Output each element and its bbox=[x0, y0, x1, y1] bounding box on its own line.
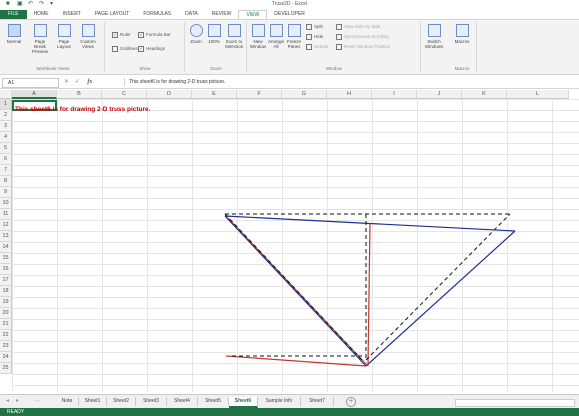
group-window: New Window Arrange All Freeze Panes Spli… bbox=[248, 22, 421, 72]
zoom-button[interactable]: Zoom bbox=[188, 24, 204, 44]
split-icon bbox=[306, 24, 312, 30]
group-label: Show bbox=[139, 66, 151, 71]
group-label: Zoom bbox=[210, 66, 222, 71]
zoom-100-button[interactable]: 100% bbox=[206, 24, 222, 44]
horizontal-scrollbar[interactable] bbox=[455, 399, 575, 407]
split-button[interactable]: Split bbox=[306, 24, 323, 30]
ruler-checkbox[interactable]: ✓ Ruler bbox=[112, 32, 131, 38]
tab-data[interactable]: DATA bbox=[178, 10, 205, 19]
hide-button[interactable]: Hide bbox=[306, 34, 323, 40]
side-by-side-icon bbox=[336, 24, 342, 30]
cancel-icon[interactable]: ✕ bbox=[64, 79, 69, 85]
truss-original-right-diagonal bbox=[365, 213, 511, 361]
unhide-icon bbox=[306, 44, 312, 50]
truss-member-right-diagonal-blue bbox=[365, 230, 516, 367]
sheet-tab-sheet4[interactable]: Sheet4 bbox=[167, 397, 198, 406]
insert-function-icon[interactable]: fx bbox=[87, 79, 92, 85]
scroll-right-icon[interactable]: ▸ bbox=[16, 397, 19, 404]
page-break-preview-button[interactable]: Page Break Preview bbox=[30, 24, 50, 54]
truss-member-vertical-red bbox=[367, 222, 371, 367]
formula-input[interactable]: This sheet6 is for drawing 2-D truss pic… bbox=[124, 78, 579, 86]
group-workbook-views: Normal Page Break Preview Page Layout Cu… bbox=[2, 22, 105, 72]
zoom-to-selection-button[interactable]: Zoom to Selection bbox=[224, 24, 244, 49]
macros-icon bbox=[455, 24, 469, 37]
tab-file[interactable]: FILE bbox=[0, 10, 27, 19]
reset-window-position-button[interactable]: Reset Window Position bbox=[336, 44, 390, 50]
sheet-tab-sheet6[interactable]: Sheet6 bbox=[229, 397, 258, 408]
tab-developer[interactable]: DEVELOPER bbox=[267, 10, 312, 19]
arrange-all-button[interactable]: Arrange All bbox=[268, 24, 284, 49]
enter-icon[interactable]: ✓ bbox=[75, 79, 80, 85]
custom-views-icon bbox=[81, 24, 95, 37]
hide-icon bbox=[306, 34, 312, 40]
tab-review[interactable]: REVIEW bbox=[205, 10, 239, 19]
sheet-tab-sheet3[interactable]: Sheet3 bbox=[136, 397, 167, 406]
add-sheet-icon[interactable]: + bbox=[346, 397, 356, 407]
name-box[interactable]: A1 bbox=[2, 78, 59, 88]
truss-original-left-diagonal bbox=[224, 213, 363, 361]
group-label: Macros bbox=[454, 66, 470, 71]
freeze-panes-icon bbox=[287, 24, 301, 37]
group-zoom: Zoom 100% Zoom to Selection Zoom bbox=[186, 22, 247, 72]
truss-member-bottom-red bbox=[225, 355, 367, 367]
sheet-tab-bar: ◂ ▸ … Note Sheet1 Sheet2 Sheet3 Sheet4 S… bbox=[0, 394, 579, 408]
view-side-by-side-button[interactable]: View Side by Side bbox=[336, 24, 380, 30]
switch-windows-button[interactable]: Switch Windows bbox=[424, 24, 444, 49]
zoom-100-icon bbox=[207, 24, 221, 37]
group-show: ✓ Ruler ✓ Formula Bar Gridlines ✓ Headings … bbox=[106, 22, 185, 72]
group-switch-windows: Switch Windows bbox=[422, 22, 446, 72]
headings-checkbox[interactable]: ✓ Headings bbox=[138, 46, 165, 52]
tab-formulas[interactable]: FORMULAS bbox=[136, 10, 178, 19]
arrange-all-icon bbox=[269, 24, 283, 37]
normal-view-icon bbox=[7, 24, 21, 37]
freeze-panes-button[interactable]: Freeze Panes bbox=[286, 24, 302, 49]
group-label: Workbook Views bbox=[36, 66, 70, 71]
sync-scroll-icon bbox=[336, 34, 342, 40]
checkbox-icon: ✓ bbox=[138, 46, 144, 52]
new-window-icon bbox=[251, 24, 265, 37]
formula-bar: A1 ✕ ✓ fx This sheet6 is for drawing 2-D… bbox=[0, 77, 579, 89]
formula-bar-checkbox[interactable]: ✓ Formula Bar bbox=[138, 32, 171, 38]
tab-home[interactable]: HOME bbox=[27, 10, 56, 19]
custom-views-button[interactable]: Custom Views bbox=[80, 24, 96, 49]
group-macros: Macros Macros bbox=[448, 22, 477, 72]
page-layout-button[interactable]: Page Layout bbox=[56, 24, 72, 49]
switch-windows-icon bbox=[427, 24, 441, 37]
status-bar: READY bbox=[0, 408, 579, 416]
checkbox-icon: ✓ bbox=[112, 32, 118, 38]
reset-position-icon bbox=[336, 44, 342, 50]
group-label: Window bbox=[325, 66, 342, 71]
sheet-tab-sheet5[interactable]: Sheet5 bbox=[198, 397, 229, 406]
magnifier-icon bbox=[189, 24, 203, 37]
window-title: Truss2D - Excel bbox=[271, 1, 308, 7]
synchronous-scrolling-button[interactable]: Synchronous Scrolling bbox=[336, 34, 389, 40]
checkbox-icon: ✓ bbox=[138, 32, 144, 38]
macros-button[interactable]: Macros bbox=[454, 24, 470, 44]
ribbon: Normal Page Break Preview Page Layout Cu… bbox=[0, 19, 579, 75]
tab-view[interactable]: VIEW bbox=[238, 9, 268, 20]
new-window-button[interactable]: New Window bbox=[250, 24, 266, 49]
more-sheets-icon[interactable]: … bbox=[34, 397, 40, 403]
page-layout-icon bbox=[57, 24, 71, 37]
normal-view-button[interactable]: Normal bbox=[6, 24, 22, 44]
sheet-tab-sheet1[interactable]: Sheet1 bbox=[79, 397, 107, 406]
formula-controls: ✕ ✓ fx bbox=[64, 78, 92, 85]
ribbon-tabs: FILE HOME INSERT PAGE LAYOUT FORMULAS DA… bbox=[0, 9, 579, 20]
checkbox-icon bbox=[112, 46, 118, 52]
page-break-icon bbox=[33, 24, 47, 37]
tab-insert[interactable]: INSERT bbox=[56, 10, 88, 19]
zoom-selection-icon bbox=[227, 24, 241, 37]
truss-drawing[interactable] bbox=[0, 90, 579, 392]
scroll-left-icon[interactable]: ◂ bbox=[6, 397, 9, 404]
sheet-tab-sheet2[interactable]: Sheet2 bbox=[107, 397, 136, 406]
tab-page-layout[interactable]: PAGE LAYOUT bbox=[88, 10, 137, 19]
truss-member-left-diagonal-blue bbox=[224, 215, 367, 367]
unhide-button[interactable]: Unhide bbox=[306, 44, 328, 50]
gridlines-checkbox[interactable]: Gridlines bbox=[112, 46, 138, 52]
worksheet-grid: ABCDEFGHIJKL 1 2 3 4 5 6 7 8 9 10 11 12 13 14 15 16 17 18… bbox=[0, 90, 579, 392]
title-bar: ■ ▣ ↶ ↷ ▾ Truss2D - Excel bbox=[0, 0, 579, 9]
sheet-tab-sample-info[interactable]: Sample Info bbox=[258, 397, 301, 406]
sheet-tab-note[interactable]: Note bbox=[56, 397, 79, 406]
sheet-tab-sheet7[interactable]: Sheet7 bbox=[301, 397, 334, 406]
